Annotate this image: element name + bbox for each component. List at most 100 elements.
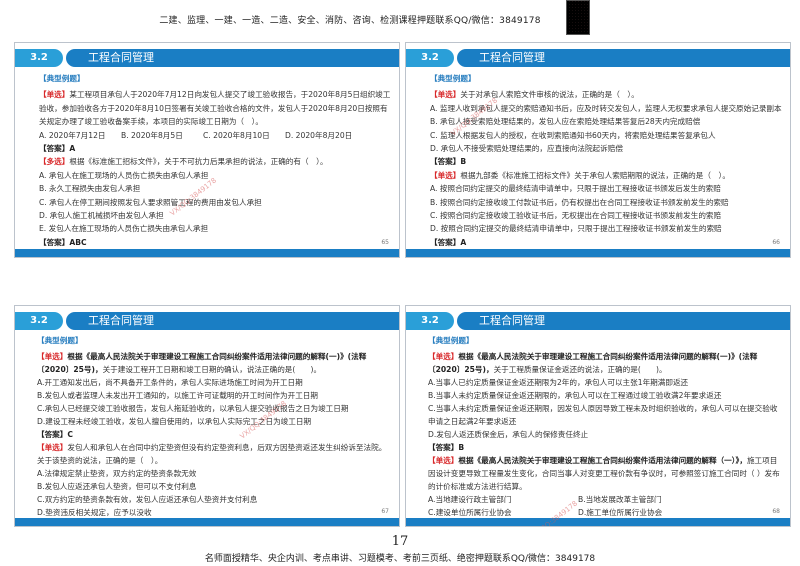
- slide-header: 3.2 工程合同管理: [406, 312, 790, 330]
- question-source: 根据《最高人民法院关于审理建设工程施工合同纠纷案件适用法律问题的解释（一）》，: [458, 456, 747, 465]
- slide-header: 3.2 工程合同管理: [406, 49, 790, 67]
- section-number: 3.2: [15, 49, 63, 67]
- answer: 【答案】B: [428, 443, 465, 452]
- section-number: 3.2: [406, 312, 454, 330]
- option: D. 承包人不接受索赔处理结果的，应直接向法院起诉赔偿: [430, 142, 782, 155]
- line-text: B. 按照合同约定接收竣工付款证书后，仍有权提出在合同工程接收证书颁发前发生的索…: [430, 197, 729, 207]
- option: B. 永久工程损失由发包人承担: [39, 182, 391, 195]
- option: A.开工通知发出后，尚不具备开工条件的，承包人实际进场施工时间为开工日期: [37, 376, 391, 389]
- line-text: 关于建设工程开工日期和竣工日期的确认，说法正确的是( )。: [102, 365, 322, 374]
- option: B. 承包人接受索赔处理结果的，发包人应在索赔处理结果答复后28天内完成赔偿: [430, 115, 782, 128]
- line-text: C.承包人已经提交竣工验收报告，发包人拖延验收的，以承包人提交验收报告之日为竣工…: [37, 404, 349, 413]
- line-text: A. 承包人在施工现场的人员伤亡损失由承包人承担: [39, 170, 209, 180]
- slide-title: 工程合同管理: [66, 312, 399, 330]
- question-type-tag: 【单选】: [39, 90, 70, 100]
- slide-body: 【典型例题】 【单选】根据《最高人民法院关于审理建设工程施工合同纠纷案件适用法律问…: [428, 334, 782, 526]
- top-banner-text: 二建、监理、一建、一造、二造、安全、消防、咨询、检测课程押题联系QQ/微信：38…: [159, 16, 541, 26]
- slide-footer-bar: [406, 518, 790, 526]
- answer: 【答案】A: [39, 144, 76, 154]
- option: B. 2020年8月5日: [121, 130, 183, 140]
- line-text: E. 发包人在施工现场的人员伤亡损失由承包人承担: [39, 224, 209, 234]
- option: A. 按照合同约定提交的最终结清申请单中，只限于提出工程接收证书颁发后发生的索赔: [430, 182, 782, 195]
- slide-title: 工程合同管理: [457, 312, 790, 330]
- option: D. 2020年8月20日: [285, 130, 353, 140]
- qr-code-image: [566, 0, 590, 35]
- option: C.承包人已经提交竣工验收报告，发包人拖延验收的，以承包人提交验收报告之日为竣工…: [37, 402, 391, 415]
- slide-header: 3.2 工程合同管理: [15, 49, 399, 67]
- option: A. 承包人在施工现场的人员伤亡损失由承包人承担: [39, 169, 391, 182]
- slide-body: 【典型例题】 【单选】根据《最高人民法院关于审理建设工程施工合同纠纷案件适用法律问…: [37, 334, 391, 526]
- line-text: 关于工程质量保证金返还的说法，正确的是( )。: [493, 365, 667, 374]
- line-text: B.当事人未约定质量保证金返还期限的，承包人可以在工程通过竣工验收满2年要求返还: [428, 391, 722, 400]
- line-text: C.当事人未约定质量保证金返还期限，因发包人原因导致工程未及时组织验收的，承包人…: [428, 404, 778, 426]
- slide-footer-bar: [406, 249, 790, 257]
- option: B.当地发展改革主管部门: [578, 495, 662, 504]
- option: C. 2020年8月10日: [203, 130, 270, 140]
- option: D. 承包人施工机械损坏由发包人承担: [39, 209, 391, 222]
- question: 【单选】根据《最高人民法院关于审理建设工程施工合同纠纷案件适用法律问题的解释(一…: [428, 350, 782, 376]
- example-heading: 【典型例题】: [428, 336, 474, 345]
- line-text: D. 承包人施工机械损坏由发包人承担: [39, 211, 164, 221]
- slide-title: 工程合同管理: [457, 49, 790, 67]
- line-text: D.发包人返还质保金后，承包人的保修责任终止: [428, 430, 589, 439]
- slide-body: 【典型例题】 【单选】关于对承包人索赔文件审核的说法，正确的是（ ）。 A. 监理人…: [430, 72, 782, 249]
- line-text: A.当事人已约定质量保证金返还期限为2年的，承包人可以主张1年期满即返还: [428, 378, 689, 387]
- answer: 【答案】C: [37, 430, 73, 439]
- option: D. 按照合同约定提交的最终结清申请单中，只限于提出工程接收证书颁发前发生的索赔: [430, 222, 782, 235]
- line-text: 根据九部委《标准施工招标文件》关于承包人索赔期限的说法，正确的是（ ）。: [460, 170, 730, 180]
- slide: 3.2 工程合同管理 【典型例题】【单选】某工程项目承包人于2020年7月12日…: [14, 42, 400, 258]
- slide-page-number: 66: [772, 239, 780, 246]
- answer: 【答案】A: [430, 237, 467, 247]
- slide-footer-bar: [15, 518, 399, 526]
- option: C.双方约定的垫资条款有效，发包人应返还承包人垫资并支付利息: [37, 493, 391, 506]
- line-text: 关于对承包人索赔文件审核的说法，正确的是（ ）。: [460, 90, 639, 100]
- slide: 3.2 工程合同管理 【典型例题】 【单选】关于对承包人索赔文件审核的说法，正确的…: [405, 42, 791, 258]
- line-text: A. 按照合同约定提交的最终结清申请单中，只限于提出工程接收证书颁发后发生的索赔: [430, 184, 721, 194]
- slide-header: 3.2 工程合同管理: [15, 312, 399, 330]
- line-text: C. 按照合同约定接收竣工验收证书后，无权提出在合同工程接收证书颁发前发生的索赔: [430, 211, 722, 221]
- question: 【单选】根据九部委《标准施工招标文件》关于承包人索赔期限的说法，正确的是（ ）。: [430, 169, 782, 182]
- line-text: 根据《标准施工招标文件》，关于不可抗力后果承担的说法，正确的有（ ）。: [69, 157, 328, 167]
- option: D.发包人返还质保金后，承包人的保修责任终止: [428, 428, 782, 441]
- section-number: 3.2: [15, 312, 63, 330]
- line-text: C.双方约定的垫资条款有效，发包人应返还承包人垫资并支付利息: [37, 495, 258, 504]
- question-type-tag: 【单选】: [430, 170, 461, 180]
- slide-page-number: 68: [772, 508, 780, 515]
- option: B.发包人应返还承包人垫资，但可以不支付利息: [37, 480, 391, 493]
- option: A.当事人已约定质量保证金返还期限为2年的，承包人可以主张1年期满即返还: [428, 376, 782, 389]
- question-type-tag: 【单选】: [37, 443, 68, 452]
- question-type-tag: 【多选】: [39, 157, 70, 167]
- option: E. 发包人在施工现场的人员伤亡损失由承包人承担: [39, 222, 391, 235]
- slide: 3.2 工程合同管理 【典型例题】 【单选】根据《最高人民法院关于审理建设工程施工…: [405, 305, 791, 527]
- line-text: C. 监理人根据发包人的授权，在收到索赔通知书60天内，将索赔处理结果答复承包人: [430, 130, 716, 140]
- option: B. 按照合同约定接收竣工付款证书后，仍有权提出在合同工程接收证书颁发前发生的索…: [430, 196, 782, 209]
- slide-title: 工程合同管理: [66, 49, 399, 67]
- slide-body: 【典型例题】【单选】某工程项目承包人于2020年7月12日向发包人提交了竣工验收…: [39, 72, 391, 249]
- example-heading: 【典型例题】: [39, 74, 85, 83]
- option: B.发包人或者监理人未发出开工通知的，以施工许可证载明的开工时间作为开工日期: [37, 389, 391, 402]
- question-type-tag: 【单选】: [430, 90, 461, 100]
- line-text: A. 监理人收到承包人提交的索赔通知书后，应及时转交发包人，监理人无权要求承包人…: [430, 103, 782, 113]
- question: 【多选】根据《标准施工招标文件》，关于不可抗力后果承担的说法，正确的有（ ）。: [39, 155, 391, 168]
- line-text: 发包人和承包人在合同中约定垫资但没有约定垫资利息，后双方因垫资返还发生纠纷诉至法…: [37, 443, 387, 465]
- option: A. 监理人收到承包人提交的索赔通知书后，应及时转交发包人，监理人无权要求承包人…: [430, 102, 782, 115]
- question: 【单选】某工程项目承包人于2020年7月12日向发包人提交了竣工验收报告，于20…: [39, 88, 391, 128]
- line-text: B.发包人应返还承包人垫资，但可以不支付利息: [37, 482, 197, 491]
- option: A. 2020年7月12日: [39, 130, 106, 140]
- option: C. 承包人在停工期间按照发包人要求照管工程的费用由发包人承担: [39, 196, 391, 209]
- example-heading: 【典型例题】: [37, 336, 83, 345]
- slide: 3.2 工程合同管理 【典型例题】 【单选】根据《最高人民法院关于审理建设工程施工…: [14, 305, 400, 527]
- question-type-tag: 【单选】: [428, 456, 459, 465]
- page-number: 17: [391, 534, 409, 549]
- option: C.当事人未约定质量保证金返还期限，因发包人原因导致工程未及时组织验收的，承包人…: [428, 402, 782, 428]
- answer: 【答案】ABC: [39, 237, 87, 247]
- slide-page-number: 65: [381, 239, 389, 246]
- line-text: D. 按照合同约定提交的最终结清申请单中，只限于提出工程接收证书颁发前发生的索赔: [430, 224, 722, 234]
- line-text: B. 承包人接受索赔处理结果的，发包人应在索赔处理结果答复后28天内完成赔偿: [430, 117, 701, 127]
- line-text: C. 承包人在停工期间按照发包人要求照管工程的费用由发包人承担: [39, 197, 262, 207]
- line-text: A.开工通知发出后，尚不具备开工条件的，承包人实际进场施工时间为开工日期: [37, 378, 303, 387]
- option: C. 按照合同约定接收竣工验收证书后，无权提出在合同工程接收证书颁发前发生的索赔: [430, 209, 782, 222]
- line-text: D.建设工程未经竣工验收，发包人擅自使用的，以承包人实际完工之日为竣工日期: [37, 417, 312, 426]
- line-text: B. 永久工程损失由发包人承担: [39, 184, 141, 194]
- line-text: D. 承包人不接受索赔处理结果的，应直接向法院起诉赔偿: [430, 144, 623, 154]
